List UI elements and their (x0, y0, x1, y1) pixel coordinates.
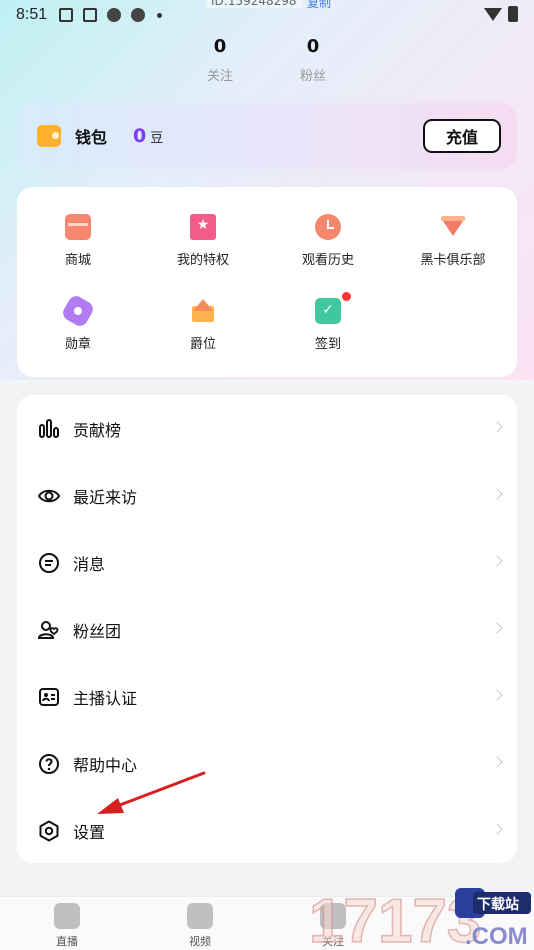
feature-rank[interactable]: 爵位 (143, 298, 263, 352)
menu-list: 贡献榜 最近来访 消息 粉丝团 主播认证 帮助中心 设置 (17, 395, 517, 863)
feature-label: 观看历史 (301, 253, 354, 268)
menu-label: 粉丝团 (73, 621, 122, 641)
diamond-icon (440, 214, 466, 240)
crown-icon (190, 298, 216, 324)
feature-black-card-club[interactable]: 黑卡俱乐部 (393, 214, 513, 268)
menu-item-recent-visitors[interactable]: 最近来访 (17, 462, 517, 529)
menu-item-help-center[interactable]: 帮助中心 (17, 730, 517, 797)
tab-label: 视频 (189, 935, 211, 948)
help-icon (39, 753, 59, 774)
menu-label: 主播认证 (73, 688, 138, 708)
feature-sign-in[interactable]: 签到 (268, 292, 388, 352)
notification-icon (59, 8, 74, 22)
tab-video[interactable]: 视频 (165, 903, 235, 949)
chevron-right-icon (491, 555, 503, 567)
tab-live[interactable]: 直播 (32, 903, 102, 949)
feature-label: 商城 (64, 253, 91, 268)
app-notification-icon (131, 8, 146, 22)
recharge-button[interactable]: 充值 (423, 119, 501, 153)
tab-label: 直播 (56, 935, 78, 948)
menu-label: 最近来访 (73, 487, 138, 507)
wifi-icon (484, 7, 502, 21)
fans-label: 粉丝 (299, 69, 326, 84)
eye-icon (37, 489, 61, 502)
user-id: ID:159248298 (205, 0, 303, 8)
wallet-label: 钱包 (75, 128, 108, 147)
fans-icon (37, 620, 59, 639)
id-card-icon (39, 687, 59, 706)
menu-label: 贡献榜 (73, 420, 122, 440)
feature-shop[interactable]: 商城 (18, 214, 138, 268)
message-icon (39, 552, 59, 573)
medal-icon (60, 293, 96, 329)
feature-label: 爵位 (189, 337, 216, 352)
battery-icon (508, 6, 518, 22)
chevron-right-icon (491, 756, 503, 768)
watermark-logo: 17173 下载站 .COM (308, 886, 531, 950)
feature-grid: 商城 我的特权 观看历史 黑卡俱乐部 勋章 爵位 签到 (17, 187, 517, 377)
feature-label: 黑卡俱乐部 (420, 253, 486, 268)
shop-icon (65, 214, 91, 240)
bar-chart-icon (39, 418, 59, 438)
unread-dot (342, 292, 351, 301)
following-label: 关注 (206, 69, 233, 84)
notification-icon (83, 8, 98, 22)
wallet-card[interactable]: 钱包 0 豆 充值 (17, 103, 517, 169)
feature-privilege[interactable]: 我的特权 (143, 214, 263, 268)
chevron-right-icon (491, 622, 503, 634)
feature-medal[interactable]: 勋章 (18, 293, 138, 352)
chevron-right-icon (491, 488, 503, 500)
menu-label: 设置 (73, 822, 106, 842)
profile-stats: 0 关注 0 粉丝 (0, 36, 534, 90)
menu-item-contribution[interactable]: 贡献榜 (17, 395, 517, 462)
following-stat[interactable]: 0 关注 (180, 36, 260, 84)
copy-id-link[interactable]: 复制 (307, 0, 331, 11)
feature-label: 我的特权 (176, 253, 229, 268)
chevron-right-icon (491, 823, 503, 835)
wallet-unit: 豆 (150, 130, 164, 146)
feature-label: 签到 (314, 337, 341, 352)
menu-label: 帮助中心 (73, 755, 138, 775)
history-icon (315, 214, 341, 240)
wallet-balance: 0 (133, 125, 147, 147)
watermark-domain: .COM (465, 923, 528, 950)
app-notification-icon (107, 8, 122, 22)
chevron-right-icon (491, 689, 503, 701)
fans-stat[interactable]: 0 粉丝 (273, 36, 353, 84)
fans-count: 0 (306, 36, 320, 57)
menu-label: 消息 (73, 554, 106, 574)
status-time: 8:51 (16, 6, 48, 23)
video-icon (187, 903, 213, 929)
menu-item-streamer-verification[interactable]: 主播认证 (17, 663, 517, 730)
settings-icon (39, 820, 59, 841)
privilege-icon (190, 214, 216, 240)
menu-item-fan-club[interactable]: 粉丝团 (17, 596, 517, 663)
following-count: 0 (213, 36, 227, 57)
more-notifications-icon (157, 12, 163, 18)
feature-history[interactable]: 观看历史 (268, 214, 388, 268)
calendar-check-icon (315, 292, 351, 324)
menu-item-messages[interactable]: 消息 (17, 529, 517, 596)
tv-icon (54, 903, 80, 929)
watermark-text: 下载站 (477, 896, 519, 913)
wallet-icon (37, 125, 61, 147)
chevron-right-icon (491, 421, 503, 433)
menu-item-settings[interactable]: 设置 (17, 797, 517, 864)
feature-label: 勋章 (64, 337, 91, 352)
